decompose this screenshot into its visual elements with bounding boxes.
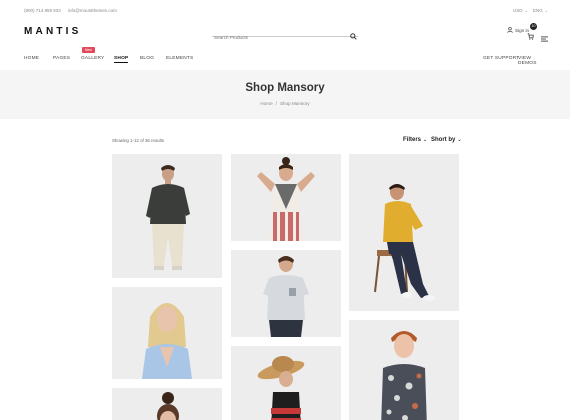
signin-link[interactable]: Sign in: [507, 27, 529, 33]
product-card-girl-geometric-dress[interactable]: [231, 154, 341, 241]
results-count: Showing 1-12 of 36 results: [112, 138, 164, 143]
product-image: [231, 250, 341, 337]
email-address[interactable]: info@mountthemes.com: [68, 8, 117, 13]
chevron-down-icon: ⌄: [457, 137, 462, 143]
breadcrumb-separator: /: [275, 101, 277, 106]
search-bar: [212, 26, 358, 43]
product-card-man-black-polo[interactable]: [112, 154, 222, 278]
product-card-woman-blue-blazer[interactable]: [112, 287, 222, 379]
nav-item-blog[interactable]: BLOG: [140, 56, 154, 61]
search-input[interactable]: [212, 32, 342, 43]
product-image: [231, 346, 341, 420]
search-icon[interactable]: [350, 27, 357, 45]
currency-label: USD: [513, 8, 523, 13]
product-image: [349, 154, 459, 311]
breadcrumb-current: Shop Mansory: [279, 101, 310, 106]
product-card-woman-straw-hat[interactable]: [231, 346, 341, 420]
product-image: [112, 388, 222, 420]
cart-button[interactable]: 10: [527, 23, 537, 45]
product-image: [349, 320, 459, 420]
nav-get-support[interactable]: GET SUPPORT: [483, 56, 519, 61]
new-badge: New: [82, 47, 95, 53]
chevron-down-icon: ⌄: [544, 8, 549, 13]
product-card-man-yellow-polo-chair[interactable]: [349, 154, 459, 311]
nav-item-elements[interactable]: ELEMENTS: [166, 56, 193, 61]
menu-icon[interactable]: [541, 29, 548, 47]
language-label: ENG: [533, 8, 543, 13]
language-selector[interactable]: ENG ⌄: [533, 8, 548, 13]
page-hero: Shop Mansory Home / Shop Mansory: [0, 70, 570, 119]
nav-item-home[interactable]: HOME: [24, 56, 39, 61]
nav-item-gallery[interactable]: GALLERY: [81, 56, 104, 61]
filters-label: Filters: [403, 137, 422, 143]
product-image: [112, 287, 222, 379]
page-title: Shop Mansory: [245, 82, 325, 94]
product-image: [112, 154, 222, 278]
chevron-down-icon: ⌄: [524, 8, 528, 13]
breadcrumb: Home / Shop Mansory: [0, 101, 570, 106]
top-bar: (800) 714 859 833 info@mountthemes.com U…: [0, 0, 570, 22]
user-icon: [507, 27, 513, 33]
nav-item-pages[interactable]: PAGES: [53, 56, 70, 61]
contact-info: (800) 714 859 833 info@mountthemes.com: [24, 8, 123, 13]
product-card-boy-floral-shirt[interactable]: [349, 320, 459, 420]
cart-count-badge: 10: [530, 23, 537, 30]
breadcrumb-home[interactable]: Home: [260, 101, 272, 106]
chevron-down-icon: ⌄: [423, 137, 428, 143]
product-card-girl-bun-hair[interactable]: [112, 388, 222, 420]
sort-label: Short by: [431, 137, 456, 143]
cart-icon: [527, 33, 534, 40]
nav-item-shop[interactable]: SHOP: [114, 56, 129, 63]
product-card-boy-grey-tshirt[interactable]: [231, 250, 341, 337]
currency-selector[interactable]: USD ⌄: [513, 8, 528, 13]
logo[interactable]: MANTIS: [24, 26, 82, 37]
nav-view-demos[interactable]: VIEW DEMOS: [518, 56, 546, 66]
filters-button[interactable]: Filters ⌄: [403, 137, 427, 143]
main-nav: HOME PAGES New GALLERY SHOP BLOG ELEMENT…: [24, 47, 546, 66]
phone-number[interactable]: (800) 714 859 833: [24, 8, 61, 13]
product-image: [231, 154, 341, 241]
sort-button[interactable]: Short by ⌄: [431, 137, 462, 143]
